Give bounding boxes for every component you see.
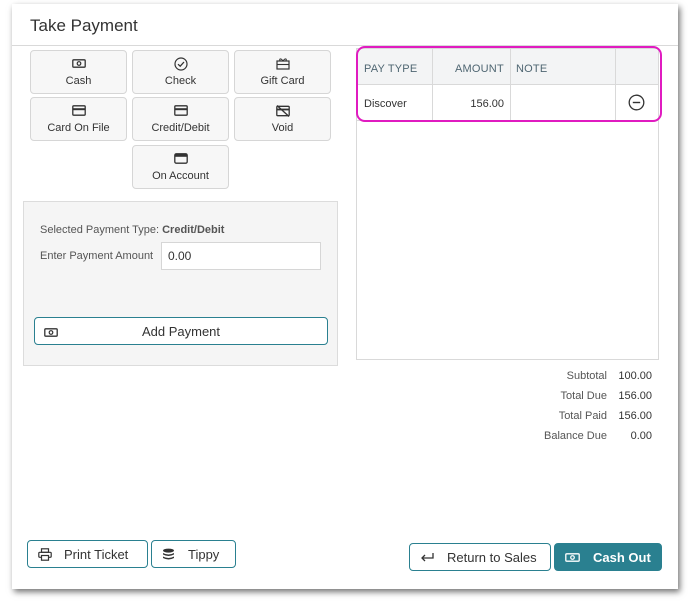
cash-icon	[565, 552, 580, 563]
total-due-label: Total Due	[560, 390, 607, 402]
return-arrow-icon	[420, 552, 434, 562]
payment-type-label: Check	[164, 74, 197, 87]
printer-icon	[38, 547, 52, 561]
payment-type-label: On Account	[152, 169, 209, 182]
check-circle-icon	[173, 56, 188, 71]
highlight-annotation	[356, 46, 662, 122]
payment-type-check[interactable]: Check	[132, 50, 229, 94]
cash-icon	[71, 58, 86, 70]
payment-type-label: Gift Card	[260, 74, 305, 87]
payment-type-cash[interactable]: Cash	[30, 50, 127, 94]
print-ticket-label: Print Ticket	[64, 546, 129, 562]
payment-type-on-account[interactable]: On Account	[132, 145, 229, 189]
total-due-value: 156.00	[618, 390, 652, 402]
payment-type-gift-card[interactable]: Gift Card	[234, 50, 331, 94]
selected-payment-type: Selected Payment Type: Credit/Debit	[40, 224, 224, 236]
subtotal-label: Subtotal	[566, 370, 607, 382]
payment-type-credit-debit[interactable]: Credit/Debit	[132, 97, 229, 141]
tippy-label: Tippy	[188, 546, 220, 562]
payment-amount-input[interactable]: 0.00	[161, 242, 321, 270]
payment-type-label: Credit/Debit	[151, 121, 210, 134]
payment-type-label: Void	[271, 121, 294, 134]
credit-card-icon	[71, 105, 86, 117]
print-ticket-button[interactable]: Print Ticket	[27, 540, 148, 568]
credit-card-icon	[173, 105, 188, 117]
payment-amount-label: Enter Payment Amount	[40, 250, 154, 262]
subtotal-value: 100.00	[618, 370, 652, 382]
payment-type-label: Card On File	[47, 121, 110, 134]
payment-type-void[interactable]: Void	[234, 97, 331, 141]
wallet-icon	[173, 153, 188, 165]
payment-type-label: Cash	[65, 74, 92, 87]
balance-due-label: Balance Due	[544, 430, 607, 442]
void-card-icon	[275, 104, 290, 117]
dialog-title: Take Payment	[30, 16, 138, 35]
return-to-sales-label: Return to Sales	[447, 549, 537, 565]
balance-due-value: 0.00	[630, 430, 652, 442]
selected-payment-type-value: Credit/Debit	[162, 224, 225, 236]
cash-out-button[interactable]: Cash Out	[554, 543, 662, 571]
cash-out-label: Cash Out	[593, 549, 651, 565]
selected-payment-type-label: Selected Payment Type:	[40, 224, 160, 236]
gift-card-icon	[275, 58, 290, 70]
add-payment-button[interactable]: Add Payment	[34, 317, 328, 345]
coins-icon	[162, 548, 175, 561]
add-payment-label: Add Payment	[141, 324, 221, 339]
total-paid-value: 156.00	[618, 410, 652, 422]
return-to-sales-button[interactable]: Return to Sales	[409, 543, 551, 571]
total-paid-label: Total Paid	[558, 410, 607, 422]
tippy-button[interactable]: Tippy	[151, 540, 236, 568]
payment-type-card-on-file[interactable]: Card On File	[30, 97, 127, 141]
payment-entry-panel: Selected Payment Type: Credit/Debit Ente…	[23, 201, 338, 366]
